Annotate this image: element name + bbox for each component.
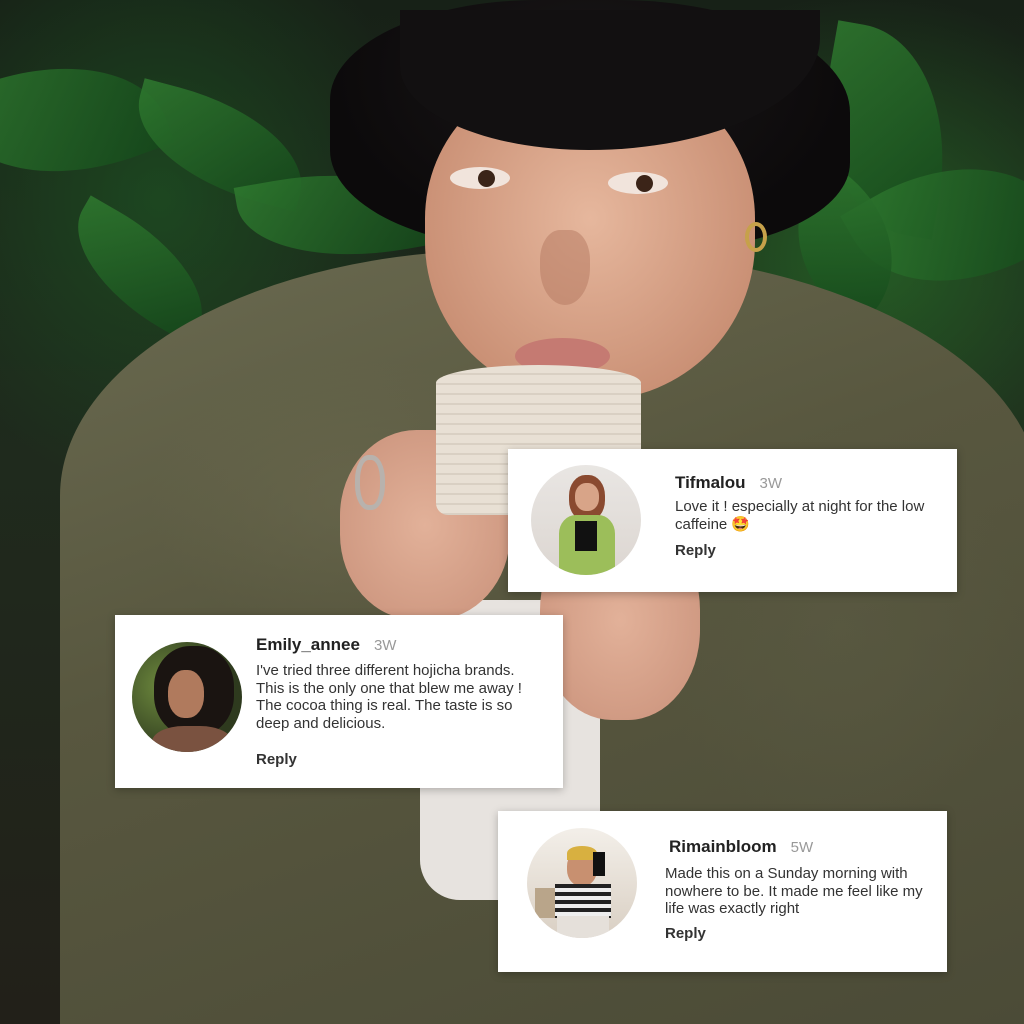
username[interactable]: Tifmalou	[675, 473, 746, 492]
reply-button[interactable]: Reply	[256, 751, 297, 768]
comment-text: I've tried three different hojicha brand…	[256, 662, 522, 732]
username[interactable]: Emily_annee	[256, 635, 360, 654]
avatar[interactable]	[527, 828, 637, 938]
timestamp: 3W	[373, 637, 397, 654]
reply-button[interactable]: Reply	[675, 542, 716, 559]
avatar[interactable]	[132, 642, 242, 752]
timestamp: 3W	[759, 475, 783, 492]
username[interactable]: Rimainbloom	[669, 837, 777, 856]
comment-text: Love it ! especially at night for the lo…	[675, 498, 925, 533]
comment-card: Tifmalou 3W Love it ! especially at night…	[508, 449, 957, 592]
timestamp: 5W	[790, 839, 814, 856]
comment-card: Rimainbloom 5W Made this on a Sunday morn…	[498, 811, 947, 972]
reply-button[interactable]: Reply	[665, 925, 706, 942]
comment-text: Made this on a Sunday morning with nowhe…	[665, 865, 923, 917]
avatar[interactable]	[531, 465, 641, 575]
comment-card: Emily_annee 3W I've tried three different…	[115, 615, 563, 788]
